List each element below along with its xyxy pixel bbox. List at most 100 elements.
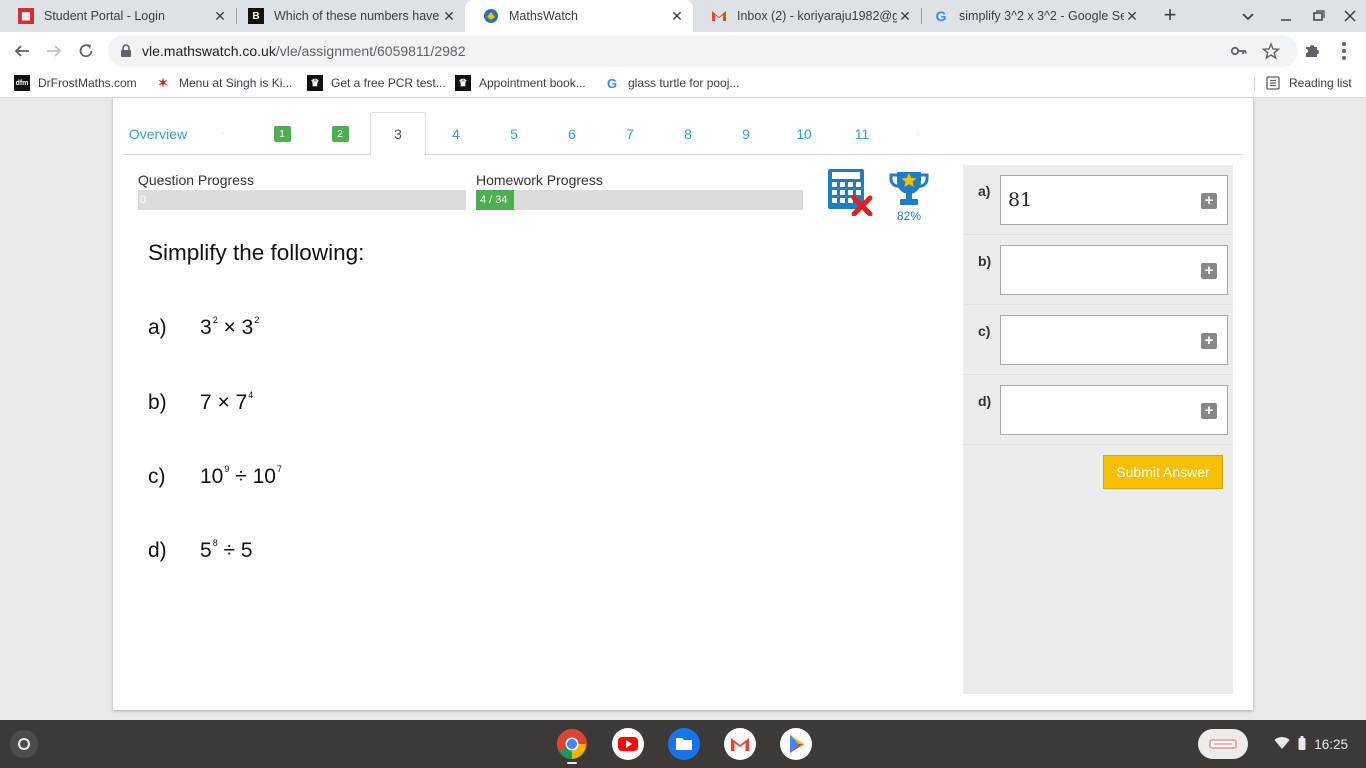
answer-row-b: b) + <box>963 235 1233 305</box>
bookmark-item[interactable]: G glass turtle for pooj... <box>604 75 739 91</box>
tab-question-1[interactable]: 1 <box>258 112 306 155</box>
chevron-down-icon[interactable] <box>1238 6 1258 26</box>
tab-question-7[interactable]: 7 <box>606 112 654 155</box>
bookmark-item[interactable]: ♛ Get a free PCR test... <box>307 75 446 91</box>
play-store-icon[interactable] <box>780 728 812 760</box>
reload-icon[interactable] <box>74 39 98 63</box>
plus-icon[interactable]: + <box>1201 333 1217 349</box>
browser-tab[interactable]: Inbox (2) - koriyaraju1982@gm ✕ <box>693 0 921 32</box>
browser-tab-active[interactable]: MathsWatch ✕ <box>465 0 693 32</box>
key-icon[interactable] <box>1230 42 1248 60</box>
files-icon[interactable] <box>668 728 700 760</box>
bookmark-item[interactable]: ♛ Appointment book... <box>455 75 586 91</box>
stylus-tools-icon[interactable] <box>1198 729 1248 759</box>
homework-progress-value: 4 / 34 <box>480 194 508 206</box>
question-title: Simplify the following: <box>148 240 365 265</box>
new-tab-icon[interactable]: + <box>1158 4 1182 28</box>
answer-row-d: d) + <box>963 375 1233 445</box>
submit-answer-button[interactable]: Submit Answer <box>1103 455 1223 489</box>
chrome-icon[interactable] <box>556 728 588 760</box>
bookmark-item[interactable]: ✶ Menu at Singh is Ki... <box>155 75 292 91</box>
launcher-icon[interactable] <box>10 730 38 758</box>
bookmark-label: Menu at Singh is Ki... <box>179 76 293 90</box>
tab-question-9[interactable]: 9 <box>722 112 770 155</box>
browser-tab[interactable]: G simplify 3^2 x 3^2 - Google Sea ✕ <box>915 0 1148 32</box>
tab-question-2[interactable]: 2 <box>316 112 364 155</box>
exponent: 2 <box>254 315 260 325</box>
trophy-icon <box>888 168 930 208</box>
dfm-icon: dfm <box>14 75 30 91</box>
address-url[interactable]: vle.mathswatch.co.uk/vle/assignment/6059… <box>142 43 466 59</box>
reading-list-icon <box>1265 75 1281 91</box>
exponent: 7 <box>276 464 282 474</box>
extensions-puzzle-icon[interactable] <box>1302 41 1322 61</box>
expression-operation: × 3 <box>217 316 254 339</box>
question-progress-value: 0 <box>140 194 147 206</box>
url-host: vle.mathswatch.co.uk <box>142 43 276 59</box>
part-label: a) <box>148 316 167 339</box>
close-icon[interactable]: ✕ <box>441 8 457 24</box>
bookmark-label: DrFrostMaths.com <box>38 76 137 90</box>
menu-icon: ✶ <box>157 76 169 90</box>
nav-separator: ‹ <box>221 128 225 139</box>
homework-progress-bar: 4 / 34 <box>476 190 803 210</box>
star-icon[interactable] <box>1261 42 1281 60</box>
bold-b-icon: B <box>248 8 264 24</box>
tab-label: 4 <box>452 125 460 142</box>
assignment-card: Overview ‹ 1 2 3 4 5 6 7 8 9 10 11 › Que… <box>113 98 1253 710</box>
close-icon[interactable]: ✕ <box>1124 8 1140 24</box>
completed-badge: 1 <box>273 125 291 142</box>
browser-tab-strip: ▦ Student Portal - Login ✕ B Which of th… <box>0 0 1366 32</box>
tab-question-6[interactable]: 6 <box>548 112 596 155</box>
tab-question-3[interactable]: 3 <box>370 112 426 156</box>
answer-row-c: c) + <box>963 305 1233 375</box>
address-bar[interactable]: vle.mathswatch.co.uk/vle/assignment/6059… <box>108 35 1298 67</box>
expression-base: 5 <box>200 539 212 562</box>
window-close-icon[interactable] <box>1340 6 1360 26</box>
plus-icon[interactable]: + <box>1201 403 1217 419</box>
tab-title: simplify 3^2 x 3^2 - Google Sea <box>959 9 1124 23</box>
completed-badge: 2 <box>331 125 349 142</box>
gmail-icon[interactable] <box>724 728 756 760</box>
youtube-icon[interactable] <box>612 728 644 760</box>
tab-question-5[interactable]: 5 <box>490 112 538 155</box>
tab-label: 10 <box>796 125 812 142</box>
minimize-icon[interactable] <box>1276 6 1296 26</box>
lock-icon[interactable] <box>120 44 132 63</box>
restore-icon[interactable] <box>1308 6 1328 26</box>
answer-input-d[interactable]: + <box>1000 385 1228 435</box>
page-viewport: Overview ‹ 1 2 3 4 5 6 7 8 9 10 11 › Que… <box>0 98 1366 720</box>
status-tray[interactable]: 16:25 <box>1258 729 1358 759</box>
bookmark-label: glass turtle for pooj... <box>628 76 740 90</box>
answer-panel: a) 81 + b) + c) + d) + Submit Answer <box>963 165 1233 694</box>
tab-overview[interactable]: Overview <box>123 112 193 155</box>
battery-icon <box>1298 735 1306 753</box>
kebab-menu-icon[interactable] <box>1334 41 1354 61</box>
close-icon[interactable]: ✕ <box>897 8 913 24</box>
answer-row-a: a) 81 + <box>963 165 1233 235</box>
crown-icon: ♛ <box>455 75 471 91</box>
tab-question-8[interactable]: 8 <box>664 112 712 155</box>
answer-input-b[interactable]: + <box>1000 245 1228 295</box>
reading-list-button[interactable]: Reading list <box>1265 75 1352 91</box>
close-icon[interactable]: ✕ <box>669 8 685 24</box>
running-indicator <box>567 762 577 764</box>
bookmark-label: Get a free PCR test... <box>331 76 446 90</box>
plus-icon[interactable]: + <box>1201 263 1217 279</box>
forward-icon[interactable] <box>42 39 66 63</box>
tab-label: 3 <box>394 126 402 142</box>
tab-question-11[interactable]: 11 <box>838 112 886 155</box>
question-part-c: c) 109 ÷ 107 <box>148 464 282 489</box>
answer-input-c[interactable]: + <box>1000 315 1228 365</box>
browser-tab[interactable]: B Which of these numbers have ✕ <box>230 0 465 32</box>
homework-progress-fill: 4 / 34 <box>476 190 514 210</box>
tab-question-4[interactable]: 4 <box>432 112 480 155</box>
tab-question-10[interactable]: 10 <box>780 112 828 155</box>
bookmark-item[interactable]: dfm DrFrostMaths.com <box>14 75 137 91</box>
close-icon[interactable]: ✕ <box>212 8 228 24</box>
answer-input-a[interactable]: 81 + <box>1000 175 1228 225</box>
plus-icon[interactable]: + <box>1201 193 1217 209</box>
back-icon[interactable] <box>10 39 34 63</box>
expression-base: 10 <box>200 465 224 488</box>
browser-tab[interactable]: ▦ Student Portal - Login ✕ <box>0 0 236 32</box>
